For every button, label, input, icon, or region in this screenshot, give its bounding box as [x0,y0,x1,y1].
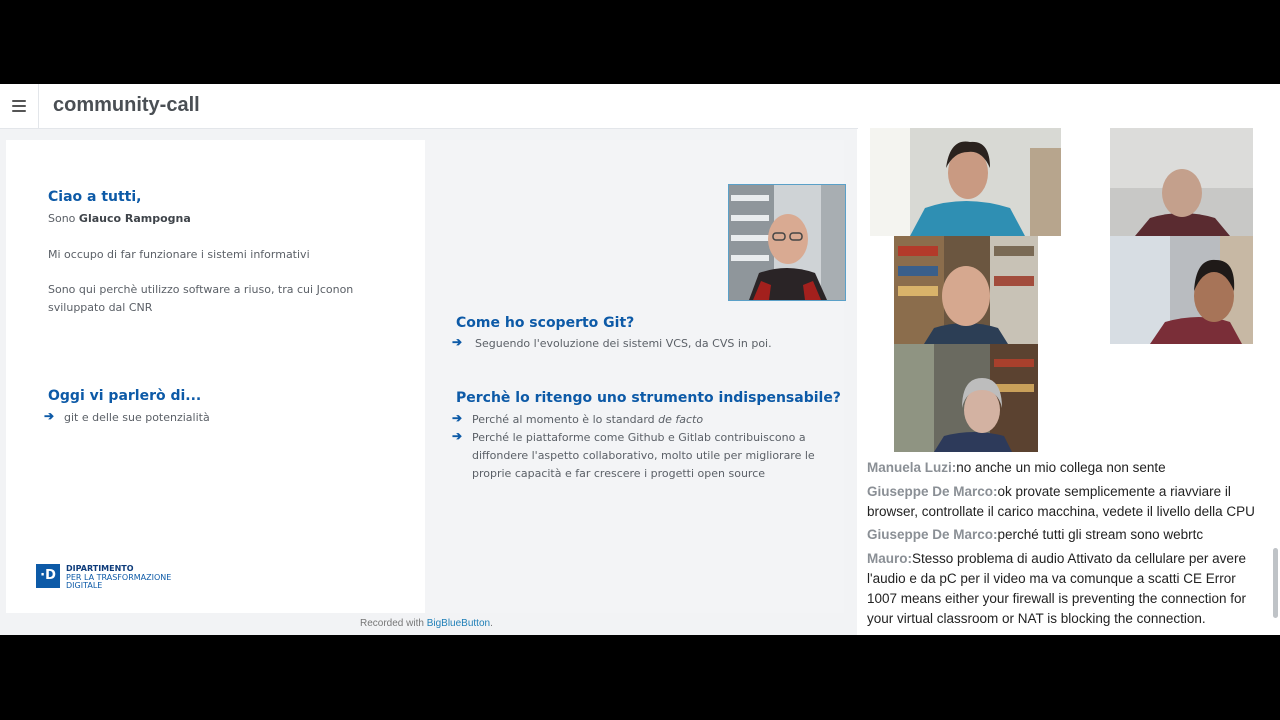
chat-scrollbar[interactable] [1273,458,1278,628]
logo-line-1: DIPARTIMENTO [66,564,134,573]
webcam-participant-1 [870,128,1061,236]
chat-sender: Giuseppe De Marco: [867,484,998,499]
chat-message: Giuseppe De Marco:ok provate semplicemen… [867,482,1267,522]
app-title: community-call [53,94,200,116]
topic-heading: Oggi vi parlerò di... [48,388,202,404]
arrow-right-icon: ➔ [452,429,463,443]
chat-text: perché tutti gli stream sono webrtc [997,527,1204,542]
webcam-participant-2 [1110,128,1253,236]
webcam-participant-5 [894,344,1038,452]
recorded-with-notice: Recorded with BigBlueButton. [360,618,493,629]
menu-button[interactable] [0,84,39,128]
arrow-right-icon: ➔ [44,409,55,423]
bigbluebutton-link[interactable]: BigBlueButton [427,618,490,629]
recorded-suffix: . [490,618,493,629]
logo-line-3: DIGITALE [66,581,103,590]
arrow-right-icon: ➔ [452,411,463,425]
department-logo: ·D DIPARTIMENTO PER LA TRASFORMAZIONE DI… [36,564,176,590]
slide-left-panel: Ciao a tutti, Sono Glauco Rampogna Mi oc… [6,140,425,613]
app-window: community-call Ciao a tutti, Sono Glauco… [0,84,1280,635]
slide-line-2: Sono qui perchè utilizzo software a rius… [48,283,354,314]
bullet-standard-italic: de facto [658,413,704,426]
top-bar: community-call [0,84,1280,129]
arrow-right-icon: ➔ [452,335,463,349]
heading-git: Come ho scoperto Git? [456,315,635,331]
speaker-name: Glauco Rampogna [78,212,191,225]
logo-mark: ·D [36,564,60,588]
greeting-heading: Ciao a tutti, [48,189,142,205]
chat-text: no anche un mio collega non sente [956,460,1166,475]
heading-indispensable: Perchè lo ritengo uno strumento indispen… [456,390,841,406]
chat-panel: Manuela Luzi:no anche un mio collega non… [858,458,1280,635]
bullet-git: Seguendo l'evoluzione dei sistemi VCS, d… [475,337,772,350]
slide-line-1: Mi occupo di far funzionare i sistemi in… [48,248,310,261]
chat-scrollbar-thumb[interactable] [1273,548,1278,618]
webcam-participant-4 [1110,236,1253,344]
chat-text: Stesso problema di audio Attivato da cel… [867,551,1246,626]
chat-sender: Manuela Luzi: [867,460,957,475]
intro-prefix: Sono [48,212,76,225]
webcams-panel [858,128,1280,458]
bullet-standard-text: Perché al momento è lo standard [472,413,659,426]
intro-line: Sono Glauco Rampogna [48,210,191,228]
chat-message: Giuseppe De Marco:perché tutti gli strea… [867,525,1267,545]
recorded-prefix: Recorded with [360,618,427,629]
presentation-area: Ciao a tutti, Sono Glauco Rampogna Mi oc… [0,129,857,635]
chat-sender: Giuseppe De Marco: [867,527,998,542]
chat-message: Mauro:Stesso problema di audio Attivato … [867,549,1267,629]
topic-bullet: git e delle sue potenzialità [64,411,210,424]
webcam-participant-3 [894,236,1038,344]
chat-sender: Mauro: [867,551,912,566]
bullet-standard: Perché al momento è lo standard de facto [472,411,822,429]
speaker-video [728,184,846,301]
chat-message: Manuela Luzi:no anche un mio collega non… [867,458,1267,478]
bullet-platforms: Perché le piattaforme come Github e Gitl… [472,431,815,480]
hamburger-icon [12,100,26,112]
